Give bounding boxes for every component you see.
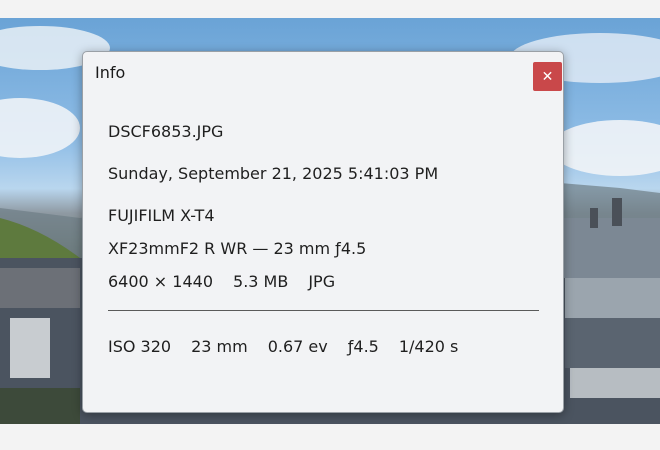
exposure-details: ISO 320 23 mm 0.67 ev ƒ4.5 1/420 s	[108, 337, 458, 356]
shutter-speed: 1/420 s	[398, 337, 459, 356]
iso-value: ISO 320	[108, 337, 172, 356]
lens-info: XF23mmF2 R WR — 23 mm ƒ4.5	[108, 239, 367, 258]
file-name: DSCF6853.JPG	[108, 122, 224, 141]
image-dimensions: 6400 × 1440	[108, 272, 214, 291]
file-size: 5.3 MB	[233, 272, 289, 291]
camera-model: FUJIFILM X-T4	[108, 206, 215, 225]
divider	[108, 310, 539, 311]
exposure-bias: 0.67 ev	[267, 337, 328, 356]
file-date: Sunday, September 21, 2025 5:41:03 PM	[108, 164, 439, 183]
aperture-value: ƒ4.5	[347, 337, 379, 356]
close-icon: ✕	[541, 68, 554, 85]
file-details: 6400 × 1440 5.3 MB JPG	[108, 272, 335, 291]
focal-length: 23 mm	[191, 337, 248, 356]
file-format: JPG	[308, 272, 336, 291]
dialog-title: Info	[95, 63, 126, 82]
photo-viewer: Info ✕ DSCF6853.JPG Sunday, September 21…	[0, 0, 660, 450]
info-dialog: Info ✕ DSCF6853.JPG Sunday, September 21…	[82, 51, 564, 413]
close-button[interactable]: ✕	[533, 62, 562, 91]
